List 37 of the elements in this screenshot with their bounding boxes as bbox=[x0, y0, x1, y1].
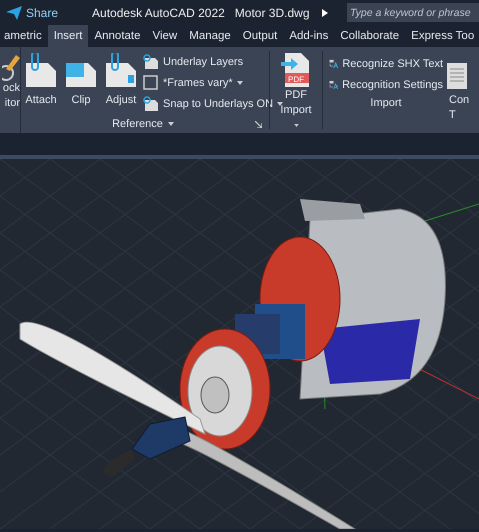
ribbon-item[interactable]: Recognition Settings bbox=[327, 76, 445, 94]
caret-icon bbox=[277, 102, 284, 106]
ribbon-tab[interactable]: Collaborate bbox=[334, 25, 406, 47]
caret-icon[interactable] bbox=[168, 122, 174, 126]
adjust-icon bbox=[104, 53, 138, 89]
frame-icon bbox=[143, 75, 159, 91]
panel-title: Import bbox=[370, 97, 402, 109]
ribbon-tab[interactable]: Express Too bbox=[405, 25, 479, 47]
ribbon-tab[interactable]: View bbox=[146, 25, 184, 47]
caret-icon bbox=[294, 124, 298, 127]
caret-icon bbox=[236, 81, 243, 85]
pdf-file-icon bbox=[281, 53, 311, 87]
layers-icon bbox=[143, 54, 159, 70]
ribbon-tab[interactable]: ametric bbox=[0, 25, 48, 47]
send-icon bbox=[6, 6, 22, 20]
app-title: Autodesk AutoCAD 2022 bbox=[92, 6, 225, 20]
document-icon bbox=[447, 63, 467, 89]
ribbon-tab[interactable]: Insert bbox=[48, 25, 88, 47]
ribbon-tab[interactable]: Add-ins bbox=[283, 25, 334, 47]
file-name: Motor 3D.dwg bbox=[234, 6, 310, 20]
share-button[interactable]: Share bbox=[2, 6, 62, 20]
dialog-launcher-icon[interactable] bbox=[255, 120, 262, 128]
ribbon-button[interactable]: Adjust bbox=[101, 51, 141, 115]
search-field[interactable]: Type a keyword or phrase bbox=[347, 3, 479, 22]
ribbon-button[interactable]: Clip bbox=[61, 51, 101, 115]
block-editor-button[interactable]: ock itor bbox=[2, 81, 20, 111]
ribbon-item[interactable]: Recognize SHX Text bbox=[327, 55, 445, 73]
expand-icon[interactable] bbox=[322, 8, 328, 16]
ribbon-button[interactable]: Attach bbox=[21, 51, 61, 115]
attach-icon bbox=[24, 53, 58, 89]
ribbon-tab[interactable]: Manage bbox=[183, 25, 237, 47]
ribbon-tab[interactable]: Annotate bbox=[88, 25, 147, 47]
pdf-label: PDF bbox=[288, 75, 304, 84]
snap-icon bbox=[143, 96, 159, 112]
panel-title[interactable]: Reference bbox=[112, 118, 163, 130]
ribbon-tab[interactable]: Output bbox=[236, 25, 284, 47]
convert-button[interactable]: Con T bbox=[447, 93, 479, 123]
